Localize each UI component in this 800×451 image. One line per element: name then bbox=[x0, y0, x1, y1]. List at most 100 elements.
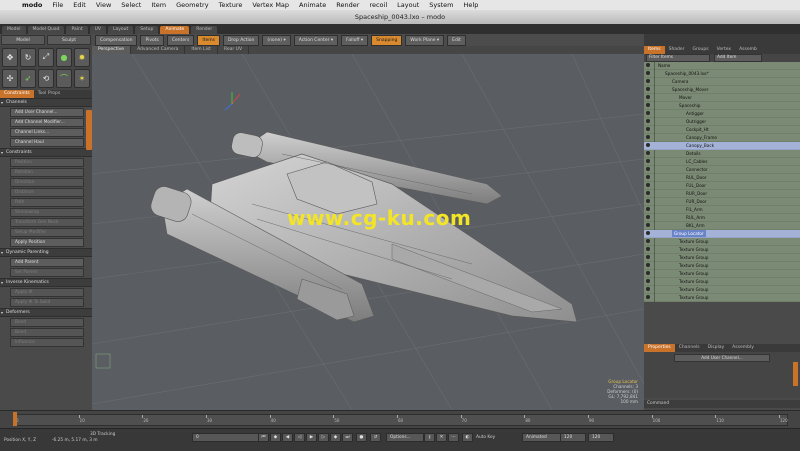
visibility-eye-icon[interactable] bbox=[646, 263, 650, 267]
tree-row[interactable]: Group Locator bbox=[644, 230, 800, 238]
visibility-eye-icon[interactable] bbox=[646, 215, 650, 219]
tree-row[interactable]: Texture Group bbox=[644, 246, 800, 254]
toolbar-button[interactable]: Action Center bbox=[293, 34, 339, 46]
record-key-icon[interactable]: ● bbox=[356, 433, 367, 442]
visibility-eye-icon[interactable] bbox=[646, 271, 650, 275]
tab-display[interactable]: Display bbox=[704, 344, 729, 352]
element-move-icon[interactable]: ➶ bbox=[20, 68, 36, 88]
visibility-eye-icon[interactable] bbox=[646, 279, 650, 283]
visibility-eye-icon[interactable] bbox=[646, 103, 650, 107]
section-header[interactable]: Channels bbox=[0, 98, 92, 107]
visibility-eye-icon[interactable] bbox=[646, 247, 650, 251]
tool-button[interactable]: Add User Channel... bbox=[10, 108, 84, 117]
layout-tab-model[interactable]: Model bbox=[2, 26, 26, 34]
tool-button[interactable]: Apply IK To Solid bbox=[10, 298, 84, 307]
mode-model-button[interactable]: Model bbox=[1, 35, 45, 45]
tool-button[interactable]: Rotation bbox=[10, 168, 84, 177]
tab-vertex[interactable]: Vertex bbox=[713, 46, 735, 54]
timeline-ruler[interactable]: 0 10 20 30 40 50 60 70 80 90 100 110 120 bbox=[14, 414, 788, 426]
tree-row[interactable]: Camera bbox=[644, 78, 800, 86]
tool-button[interactable]: Transform Gen Neck bbox=[10, 218, 84, 227]
menu-item[interactable]: Item bbox=[151, 1, 166, 9]
tree-row[interactable]: Texture Group bbox=[644, 238, 800, 246]
toolbar-button[interactable]: Centers bbox=[166, 34, 195, 46]
visibility-eye-icon[interactable] bbox=[646, 239, 650, 243]
visibility-eye-icon[interactable] bbox=[646, 199, 650, 203]
toolbar-button[interactable]: Falloff bbox=[341, 34, 369, 46]
prev-key-icon[interactable]: ◆ bbox=[270, 433, 281, 442]
visibility-eye-icon[interactable] bbox=[646, 71, 650, 75]
visibility-eye-icon[interactable] bbox=[646, 207, 650, 211]
visibility-eye-icon[interactable] bbox=[646, 175, 650, 179]
visibility-eye-icon[interactable] bbox=[646, 87, 650, 91]
visibility-eye-icon[interactable] bbox=[646, 151, 650, 155]
tool-button[interactable]: Channel Haul bbox=[10, 138, 84, 147]
viewport-tab-item-list[interactable]: Item List bbox=[185, 46, 218, 54]
visibility-eye-icon[interactable] bbox=[646, 143, 650, 147]
layout-tab-layout[interactable]: Layout bbox=[107, 26, 134, 34]
visibility-eye-icon[interactable] bbox=[646, 111, 650, 115]
step-forward-icon[interactable]: ▷ bbox=[318, 433, 329, 442]
current-frame-field[interactable]: 0 bbox=[192, 433, 260, 442]
tool-button[interactable]: Apply IK bbox=[10, 288, 84, 297]
tree-row[interactable]: Cockpit_Ht bbox=[644, 126, 800, 134]
tree-row[interactable]: LC_Cables bbox=[644, 158, 800, 166]
go-to-start-icon[interactable]: ⏮ bbox=[258, 433, 269, 442]
tree-row[interactable]: Texture Group bbox=[644, 286, 800, 294]
visibility-eye-icon[interactable] bbox=[646, 183, 650, 187]
tool-button[interactable]: Influence bbox=[10, 338, 84, 347]
range-end-field[interactable]: 120 bbox=[588, 433, 614, 442]
visibility-eye-icon[interactable] bbox=[646, 231, 650, 235]
properties-collapse-handle[interactable] bbox=[793, 362, 798, 386]
tree-row[interactable]: BKL_Arm bbox=[644, 222, 800, 230]
tree-row[interactable]: Canopy_Frame bbox=[644, 134, 800, 142]
tool-button[interactable]: Shrinkwrap bbox=[10, 208, 84, 217]
tree-row[interactable]: RUL_Door bbox=[644, 174, 800, 182]
tree-row[interactable]: FlL_Arm bbox=[644, 206, 800, 214]
layout-tab-uv[interactable]: UV bbox=[89, 26, 106, 34]
tree-row[interactable]: FUL_Door bbox=[644, 182, 800, 190]
move-tool-icon[interactable]: ✥ bbox=[2, 48, 18, 67]
toolbar-button[interactable]: Edit bbox=[447, 34, 466, 46]
tab-assemb[interactable]: Assemb bbox=[735, 46, 761, 54]
tree-row[interactable]: RUL_Arm bbox=[644, 214, 800, 222]
3d-viewport[interactable]: Perspective Advanced Camera Item List Re… bbox=[92, 46, 644, 410]
menu-app-modo[interactable]: modo bbox=[22, 1, 42, 9]
rotate-tool-icon[interactable]: ↻ bbox=[20, 48, 36, 67]
tree-row[interactable]: Antigger bbox=[644, 110, 800, 118]
tab-channels[interactable]: Channels bbox=[675, 344, 704, 352]
menu-texture[interactable]: Texture bbox=[219, 1, 243, 9]
tab-tool-props[interactable]: Tool Props bbox=[34, 90, 65, 98]
menu-system[interactable]: System bbox=[429, 1, 453, 9]
tree-row[interactable]: Texture Group bbox=[644, 254, 800, 262]
tab-properties[interactable]: Properties bbox=[644, 344, 675, 352]
visibility-eye-icon[interactable] bbox=[646, 191, 650, 195]
toolbar-button[interactable]: Snapping bbox=[371, 34, 403, 46]
tree-row[interactable]: Canopy_Back bbox=[644, 142, 800, 150]
toolbar-button[interactable]: Items bbox=[197, 34, 220, 46]
menu-select[interactable]: Select bbox=[121, 1, 141, 9]
play-icon[interactable]: ▶ bbox=[306, 433, 317, 442]
auto-key-mode-select[interactable]: Animated bbox=[522, 433, 562, 442]
menu-geometry[interactable]: Geometry bbox=[176, 1, 208, 9]
section-header[interactable]: Dynamic Parenting bbox=[0, 248, 92, 257]
step-back-icon[interactable]: ◀ bbox=[282, 433, 293, 442]
tree-row[interactable]: Texture Group bbox=[644, 294, 800, 302]
range-start-field[interactable]: 120 bbox=[560, 433, 586, 442]
tool-button[interactable]: Setup Modifier bbox=[10, 228, 84, 237]
menu-animate[interactable]: Animate bbox=[299, 1, 326, 9]
toolbar-button[interactable]: Drop Action bbox=[222, 34, 260, 46]
tool-button[interactable]: Add Channel Modifier... bbox=[10, 118, 84, 127]
tree-row[interactable]: Texture Group bbox=[644, 270, 800, 278]
add-item-dropdown[interactable]: Add Item bbox=[714, 54, 762, 62]
section-header[interactable]: Inverse Kinematics bbox=[0, 278, 92, 287]
layout-tab-setup[interactable]: Setup bbox=[135, 26, 159, 34]
toolbar-button[interactable]: Compensation bbox=[95, 34, 138, 46]
visibility-eye-icon[interactable] bbox=[646, 127, 650, 131]
tab-groups[interactable]: Groups bbox=[689, 46, 713, 54]
menu-help[interactable]: Help bbox=[464, 1, 479, 9]
tree-row[interactable]: Connector bbox=[644, 166, 800, 174]
tool-button[interactable]: Set Parent bbox=[10, 268, 84, 277]
visibility-eye-icon[interactable] bbox=[646, 295, 650, 299]
visibility-eye-icon[interactable] bbox=[646, 223, 650, 227]
